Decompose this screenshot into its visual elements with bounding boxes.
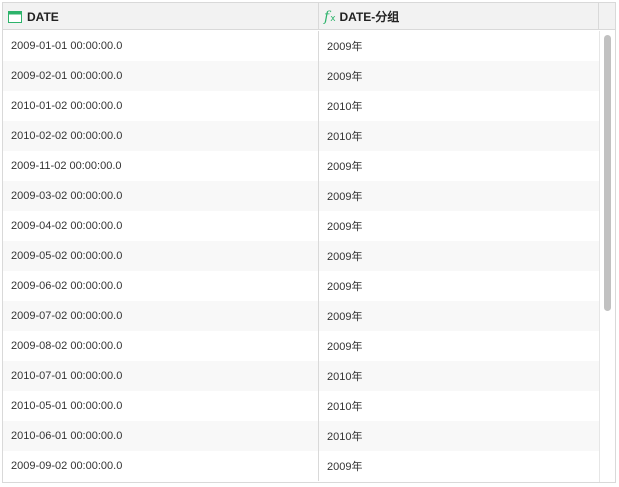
cell-date-group: 2009年	[327, 161, 363, 173]
cell-date-group: 2009年	[327, 251, 363, 263]
cell-date: 2010-06-01 00:00:00.0	[3, 421, 319, 451]
formula-fx-icon: fx	[324, 8, 336, 25]
cell-date: 2009-11-02 00:00:00.0	[3, 151, 319, 181]
column-header-date[interactable]: DATE	[3, 3, 319, 30]
table-row[interactable]: 2009-05-02 00:00:00.0 2009年	[3, 241, 599, 271]
table-row[interactable]: 2009-09-02 00:00:00.0 2009年	[3, 451, 599, 481]
table-row[interactable]: 2010-02-02 00:00:00.0 2010年	[3, 121, 599, 151]
cell-date-group: 2009年	[327, 281, 363, 293]
table-row[interactable]: 2009-01-01 00:00:00.0 2009年	[3, 31, 599, 61]
column-header-label: DATE	[27, 9, 59, 24]
table-row[interactable]: 2009-03-02 00:00:00.0 2009年	[3, 181, 599, 211]
cell-date-group: 2010年	[327, 101, 363, 113]
cell-date: 2009-04-02 00:00:00.0	[3, 211, 319, 241]
cell-date-group: 2010年	[327, 431, 363, 443]
cell-date: 2009-08-02 00:00:00.0	[3, 331, 319, 361]
table-row[interactable]: 2009-08-02 00:00:00.0 2009年	[3, 331, 599, 361]
column-header-label: DATE-分组	[339, 10, 400, 24]
vertical-scrollbar[interactable]	[599, 31, 615, 482]
table-row[interactable]: 2010-07-01 00:00:00.0 2010年	[3, 361, 599, 391]
table-row[interactable]: 2010-05-01 00:00:00.0 2010年	[3, 391, 599, 421]
table-row[interactable]: 2010-06-01 00:00:00.0 2010年	[3, 421, 599, 451]
table-row[interactable]: 2009-02-01 00:00:00.0 2009年	[3, 61, 599, 91]
calendar-icon	[8, 11, 22, 23]
header-corner	[599, 3, 615, 30]
cell-date-group: 2009年	[327, 221, 363, 233]
cell-date: 2009-09-02 00:00:00.0	[3, 451, 319, 481]
cell-date: 2009-06-02 00:00:00.0	[3, 271, 319, 301]
table-row[interactable]: 2009-07-02 00:00:00.0 2009年	[3, 301, 599, 331]
table-row[interactable]: 2010-01-02 00:00:00.0 2010年	[3, 91, 599, 121]
cell-date-group: 2010年	[327, 131, 363, 143]
table-row[interactable]: 2009-04-02 00:00:00.0 2009年	[3, 211, 599, 241]
data-table: DATE fx DATE-分组 2009-01-01 00:00:00.0 200…	[2, 2, 616, 483]
cell-date: 2009-05-02 00:00:00.0	[3, 241, 319, 271]
cell-date-group: 2009年	[327, 311, 363, 323]
cell-date-group: 2010年	[327, 371, 363, 383]
cell-date-group: 2009年	[327, 191, 363, 203]
cell-date-group: 2009年	[327, 71, 363, 83]
cell-date: 2009-07-02 00:00:00.0	[3, 301, 319, 331]
cell-date: 2010-07-01 00:00:00.0	[3, 361, 319, 391]
cell-date: 2009-01-01 00:00:00.0	[3, 31, 319, 61]
cell-date: 2010-05-01 00:00:00.0	[3, 391, 319, 421]
scrollbar-thumb[interactable]	[604, 35, 611, 311]
cell-date: 2009-03-02 00:00:00.0	[3, 181, 319, 211]
cell-date-group: 2010年	[327, 401, 363, 413]
cell-date: 2009-02-01 00:00:00.0	[3, 61, 319, 91]
table-row[interactable]: 2009-06-02 00:00:00.0 2009年	[3, 271, 599, 301]
cell-date: 2010-02-02 00:00:00.0	[3, 121, 319, 151]
cell-date-group: 2009年	[327, 41, 363, 53]
cell-date-group: 2009年	[327, 341, 363, 353]
table-header: DATE fx DATE-分组	[3, 3, 615, 30]
cell-date-group: 2009年	[327, 461, 363, 473]
table-body: 2009-01-01 00:00:00.0 2009年 2009-02-01 00:…	[3, 31, 599, 482]
column-header-date-group[interactable]: fx DATE-分组	[319, 3, 599, 30]
cell-date: 2010-01-02 00:00:00.0	[3, 91, 319, 121]
table-row[interactable]: 2009-11-02 00:00:00.0 2009年	[3, 151, 599, 181]
